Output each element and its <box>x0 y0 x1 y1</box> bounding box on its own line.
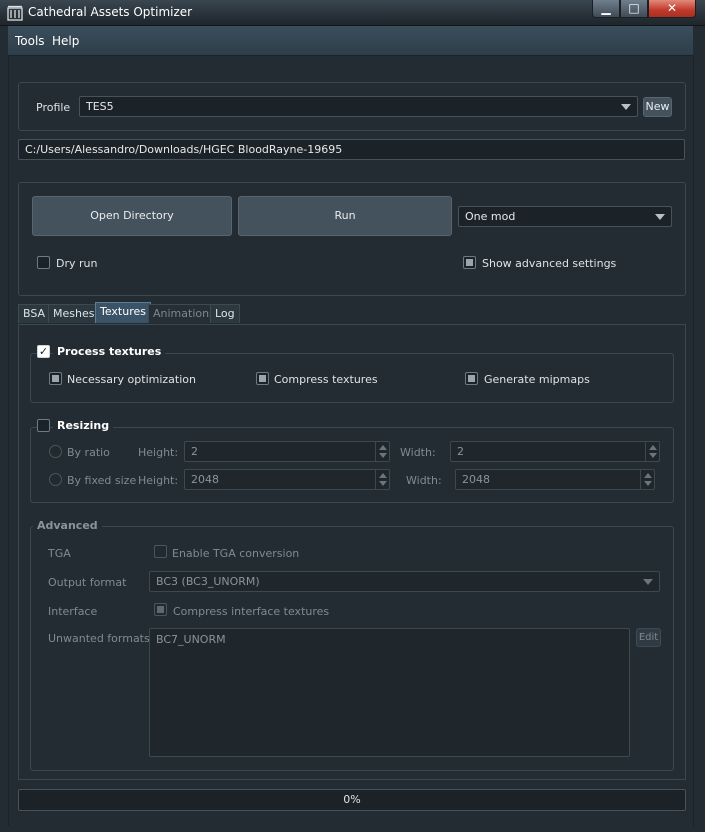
by-ratio-label: By ratio <box>67 446 110 459</box>
fixed-height-value: 2048 <box>191 473 219 486</box>
window-title: Cathedral Assets Optimizer <box>28 5 193 19</box>
by-fixed-size-radio[interactable] <box>49 473 62 486</box>
run-button[interactable]: Run <box>238 196 452 236</box>
ratio-width-input[interactable]: 2 <box>450 441 660 462</box>
tab-textures[interactable]: Textures <box>95 302 151 323</box>
arrow-up-icon <box>379 473 387 478</box>
by-ratio-radio[interactable] <box>49 445 62 458</box>
ratio-height-value: 2 <box>191 445 198 458</box>
fixed-width-label: Width: <box>406 474 442 487</box>
compress-textures-label: Compress textures <box>274 373 378 386</box>
process-textures-checkbox[interactable]: ✓ <box>37 345 50 358</box>
profile-select[interactable]: TES5 <box>79 96 638 117</box>
advanced-title: Advanced <box>33 519 102 532</box>
output-format-value: BC3 (BC3_UNORM) <box>156 575 260 588</box>
progress-bar: 0% <box>18 789 686 811</box>
ratio-width-spinner[interactable] <box>645 442 659 461</box>
fixed-height-spinner[interactable] <box>375 470 389 489</box>
profile-label: Profile <box>36 101 71 114</box>
tga-label: TGA <box>48 547 71 560</box>
show-advanced-checkbox[interactable] <box>463 256 476 269</box>
tga-conversion-checkbox[interactable] <box>154 545 167 558</box>
mode-select[interactable]: One mod <box>458 206 672 227</box>
arrow-down-icon <box>379 481 387 486</box>
ratio-width-value: 2 <box>457 445 464 458</box>
tab-meshes[interactable]: Meshes <box>48 304 100 323</box>
mode-value: One mod <box>465 210 516 223</box>
ratio-height-input[interactable]: 2 <box>184 441 390 462</box>
title-bar[interactable]: Cathedral Assets Optimizer ▁ □ ✕ <box>0 0 705 26</box>
resizing-title: Resizing <box>53 419 114 432</box>
generate-mipmaps-checkbox[interactable] <box>465 372 478 385</box>
tab-bar: BSA Meshes Textures Animations Log <box>18 302 686 324</box>
show-advanced-label: Show advanced settings <box>482 257 617 270</box>
fixed-width-value: 2048 <box>462 473 490 486</box>
menu-help[interactable]: Help <box>52 34 79 48</box>
ratio-height-spinner[interactable] <box>375 442 389 461</box>
new-profile-button[interactable]: New <box>643 97 672 117</box>
path-input[interactable]: C:/Users/Alessandro/Downloads/HGEC Blood… <box>18 139 685 160</box>
progress-text: 0% <box>343 793 361 806</box>
tga-conversion-label: Enable TGA conversion <box>172 547 300 560</box>
menu-bar: Tools Help <box>8 26 693 56</box>
open-directory-button[interactable]: Open Directory <box>32 196 232 236</box>
profile-group: Profile TES5 New <box>18 82 686 131</box>
fixed-height-input[interactable]: 2048 <box>184 469 390 490</box>
tab-bsa[interactable]: BSA <box>18 304 51 323</box>
chevron-down-icon <box>621 104 631 110</box>
necessary-optimization-label: Necessary optimization <box>67 373 196 386</box>
cathedral-icon <box>7 5 23 21</box>
unwanted-formats-list[interactable]: BC7_UNORM <box>149 628 630 757</box>
compress-interface-checkbox[interactable] <box>154 603 167 616</box>
arrow-down-icon <box>644 481 652 486</box>
output-format-select[interactable]: BC3 (BC3_UNORM) <box>149 571 660 592</box>
resizing-checkbox[interactable] <box>37 419 50 432</box>
ratio-height-label: Height: <box>138 446 179 459</box>
fixed-width-input[interactable]: 2048 <box>455 469 655 490</box>
fixed-height-label: Height: <box>138 474 179 487</box>
unwanted-formats-label: Unwanted formats <box>48 632 150 645</box>
chevron-down-icon <box>655 214 665 220</box>
minimize-button[interactable]: ▁ <box>592 0 620 18</box>
main-panel: Profile TES5 New C:/Users/Alessandro/Dow… <box>8 56 694 826</box>
interface-label: Interface <box>48 605 98 618</box>
maximize-button[interactable]: □ <box>620 0 648 18</box>
compress-interface-label: Compress interface textures <box>173 605 330 618</box>
arrow-up-icon <box>379 445 387 450</box>
process-textures-title: Process textures <box>53 345 166 358</box>
tab-log[interactable]: Log <box>210 304 240 323</box>
arrow-up-icon <box>649 445 657 450</box>
dry-run-label: Dry run <box>56 257 98 270</box>
chevron-down-icon <box>643 579 653 585</box>
unwanted-format-item: BC7_UNORM <box>156 633 226 646</box>
necessary-optimization-checkbox[interactable] <box>49 372 62 385</box>
textures-tab-pane: ✓ Process textures Necessary optimizatio… <box>18 324 686 780</box>
close-button[interactable]: ✕ <box>648 0 696 18</box>
arrow-down-icon <box>649 453 657 458</box>
profile-value: TES5 <box>86 100 114 113</box>
arrow-down-icon <box>379 453 387 458</box>
generate-mipmaps-label: Generate mipmaps <box>484 373 590 386</box>
edit-formats-button[interactable]: Edit <box>636 628 661 647</box>
by-fixed-size-label: By fixed size <box>67 474 137 487</box>
arrow-up-icon <box>644 473 652 478</box>
dry-run-checkbox[interactable] <box>37 256 50 269</box>
actions-group: Open Directory Run One mod Dry run Show … <box>18 182 686 296</box>
output-format-label: Output format <box>48 576 127 589</box>
compress-textures-checkbox[interactable] <box>256 372 269 385</box>
resizing-group <box>30 427 674 503</box>
fixed-width-spinner[interactable] <box>640 470 654 489</box>
ratio-width-label: Width: <box>400 446 436 459</box>
menu-tools[interactable]: Tools <box>15 34 45 48</box>
